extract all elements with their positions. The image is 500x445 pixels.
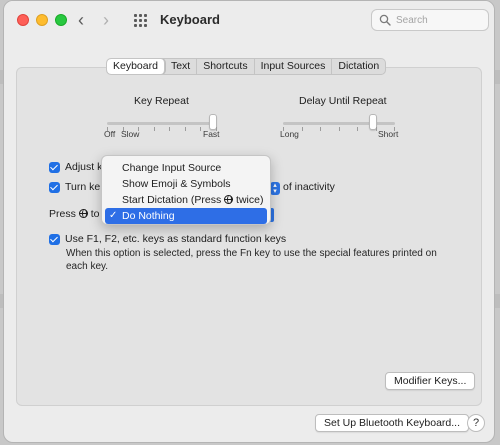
- delay-long-label: Long: [280, 129, 299, 139]
- help-button[interactable]: ?: [467, 414, 485, 432]
- delay-until-repeat-label: Delay Until Repeat: [299, 95, 387, 107]
- adjust-brightness-checkbox[interactable]: [49, 162, 60, 173]
- function-keys-description-line2: each key.: [66, 261, 109, 272]
- checkmark-icon: ✓: [109, 210, 118, 221]
- slider-tick: [339, 127, 340, 131]
- slider-tick: [169, 127, 170, 131]
- search-field[interactable]: [371, 9, 489, 31]
- backlight-off-label: Turn ke: [65, 181, 101, 193]
- tab-text[interactable]: Text: [165, 59, 198, 74]
- key-repeat-label: Key Repeat: [134, 95, 189, 107]
- tab-keyboard[interactable]: Keyboard: [107, 59, 165, 74]
- standard-function-keys-label: Use F1, F2, etc. keys as standard functi…: [65, 233, 287, 245]
- delay-short-label: Short: [378, 129, 399, 139]
- backlight-off-checkbox[interactable]: [49, 182, 60, 193]
- back-arrow-icon[interactable]: ‹: [78, 10, 84, 30]
- slider-tick: [154, 127, 155, 131]
- keyboard-preferences-window: ‹ › Keyboard Keyboard Text Shortcuts Inp…: [3, 0, 495, 443]
- slider-tick: [185, 127, 186, 131]
- globe-icon: [224, 195, 234, 204]
- setup-bluetooth-keyboard-button[interactable]: Set Up Bluetooth Keyboard...: [315, 414, 470, 432]
- window-title: Keyboard: [160, 12, 220, 27]
- close-window-button[interactable]: [17, 14, 29, 26]
- key-repeat-slow-label: Slow: [121, 129, 140, 139]
- slider-tick: [357, 127, 358, 131]
- key-repeat-fast-label: Fast: [203, 129, 220, 139]
- slider-tick: [200, 127, 201, 131]
- globe-icon: [78, 209, 88, 218]
- tab-input-sources[interactable]: Input Sources: [255, 59, 333, 74]
- function-keys-description-line1: When this option is selected, press the …: [66, 248, 437, 259]
- standard-function-keys-checkbox[interactable]: [49, 234, 60, 245]
- inactivity-duration-stepper[interactable]: ▴ ▾: [270, 182, 280, 195]
- tab-dictation[interactable]: Dictation: [332, 59, 385, 74]
- adjust-brightness-label: Adjust k: [65, 161, 103, 173]
- tab-bar: Keyboard Text Shortcuts Input Sources Di…: [106, 58, 387, 75]
- press-globe-label: Press to: [49, 208, 100, 220]
- forward-arrow-icon[interactable]: ›: [103, 10, 109, 30]
- search-icon: [379, 14, 391, 26]
- title-bar: ‹ › Keyboard: [4, 1, 494, 39]
- tab-shortcuts[interactable]: Shortcuts: [197, 59, 255, 74]
- menu-item-show-emoji-symbols[interactable]: Show Emoji & Symbols: [105, 176, 267, 192]
- inactivity-label: of inactivity: [283, 181, 335, 193]
- press-globe-dropdown-menu: Change Input Source Show Emoji & Symbols…: [101, 155, 271, 225]
- slider-tick: [320, 127, 321, 131]
- show-all-grid-icon[interactable]: [134, 14, 147, 27]
- minimize-window-button[interactable]: [36, 14, 48, 26]
- menu-item-change-input-source[interactable]: Change Input Source: [105, 160, 267, 176]
- modifier-keys-button[interactable]: Modifier Keys...: [385, 372, 476, 390]
- slider-tick: [302, 127, 303, 131]
- menu-item-do-nothing[interactable]: ✓ Do Nothing: [105, 208, 267, 224]
- menu-item-start-dictation[interactable]: Start Dictation (Press twice): [105, 192, 267, 208]
- search-input[interactable]: [396, 13, 484, 27]
- slider-tick: [376, 127, 377, 131]
- key-repeat-off-label: Off: [104, 129, 116, 139]
- zoom-window-button[interactable]: [55, 14, 67, 26]
